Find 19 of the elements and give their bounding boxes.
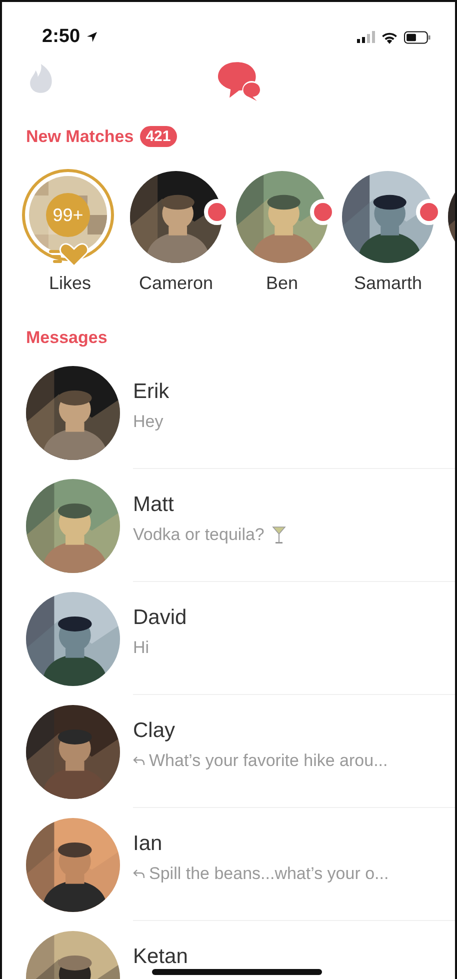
contact-name[interactable]: Ketan (133, 945, 455, 969)
section-title: Messages (26, 328, 108, 348)
count-badge: 421 (140, 126, 177, 147)
status-time: 2:50 (42, 26, 80, 48)
message-preview: Hey (133, 412, 164, 432)
contact-name[interactable]: David (133, 606, 455, 630)
section-title: New Matches (26, 126, 134, 146)
contact-name[interactable]: Ian (133, 832, 455, 856)
message-preview: Vodka or tequila? (133, 525, 264, 545)
match-name[interactable]: Samarth (354, 273, 422, 294)
match-name[interactable]: Cameron (138, 273, 214, 294)
contact-name[interactable]: Matt (133, 493, 455, 517)
contact-name[interactable]: Clay (133, 719, 455, 743)
message-preview: Spill the beans...what’s your o... (149, 864, 389, 884)
message-preview: Hi (133, 638, 150, 658)
match-name[interactable]: Ben (266, 273, 298, 294)
match-name[interactable]: Likes (48, 273, 92, 294)
message-preview: What’s your favorite hike arou... (149, 751, 388, 771)
contact-name[interactable]: Erik (133, 380, 455, 404)
